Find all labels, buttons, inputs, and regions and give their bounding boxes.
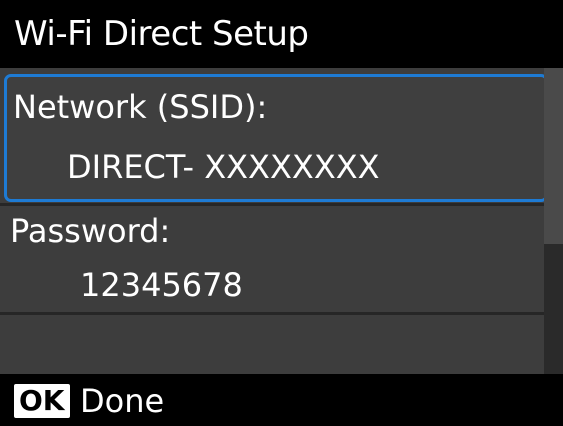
- list-item-empty: [0, 314, 544, 374]
- printer-lcd-screen: Wi-Fi Direct Setup Network (SSID): DIREC…: [0, 0, 563, 426]
- done-label: Done: [80, 382, 165, 420]
- footer-bar: OK Done: [0, 374, 563, 426]
- title-bar: Wi-Fi Direct Setup: [0, 0, 563, 68]
- settings-list: Network (SSID): DIRECT- XXXXXXXX Passwor…: [0, 68, 563, 374]
- scrollbar[interactable]: [544, 68, 563, 374]
- network-ssid-value: DIRECT- XXXXXXXX: [67, 148, 380, 186]
- network-ssid-label: Network (SSID):: [13, 88, 268, 126]
- screen-title: Wi-Fi Direct Setup: [14, 14, 309, 54]
- list-item-network-ssid[interactable]: Network (SSID): DIRECT- XXXXXXXX: [4, 74, 548, 202]
- password-label: Password:: [10, 212, 171, 250]
- password-value: 12345678: [80, 266, 243, 304]
- list-item-password[interactable]: Password: 12345678: [0, 205, 544, 311]
- ok-button-icon[interactable]: OK: [14, 384, 70, 418]
- scrollbar-thumb[interactable]: [544, 68, 563, 244]
